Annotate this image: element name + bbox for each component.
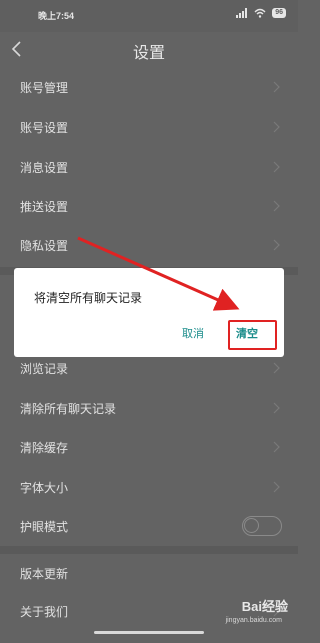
settings-row-font-size[interactable]: 字体大小 xyxy=(0,468,298,506)
row-label: 字体大小 xyxy=(20,481,69,495)
battery-icon: 96 xyxy=(272,8,286,18)
chevron-right-icon xyxy=(273,81,280,93)
settings-row-eye-care: 护眼模式 xyxy=(0,507,298,545)
settings-row-clear-chats[interactable]: 清除所有聊天记录 xyxy=(0,389,298,427)
baidu-jingyan-watermark: Bai经验 xyxy=(241,599,288,614)
row-label: 消息设置 xyxy=(20,161,69,175)
chevron-right-icon xyxy=(273,200,280,212)
row-label: 隐私设置 xyxy=(20,239,69,253)
settings-row-version-update[interactable]: 版本更新 xyxy=(0,554,298,592)
row-label: 清除所有聊天记录 xyxy=(20,402,117,416)
settings-row-clear-cache[interactable]: 清除缓存 xyxy=(0,428,298,466)
chevron-right-icon xyxy=(273,402,280,414)
annotation-highlight-box xyxy=(228,320,277,350)
page-title: 设置 xyxy=(132,43,165,62)
settings-row-push[interactable]: 推送设置 xyxy=(0,187,298,225)
settings-row-account-settings[interactable]: 账号设置 xyxy=(0,108,298,146)
wifi-icon xyxy=(254,8,266,18)
watermark-url: jingyan.baidu.com xyxy=(225,617,282,624)
section-divider xyxy=(0,546,298,554)
row-label: 推送设置 xyxy=(20,200,69,214)
row-label: 关于我们 xyxy=(20,605,69,619)
row-label: 账号管理 xyxy=(20,81,69,95)
settings-row-account-manage[interactable]: 账号管理 xyxy=(0,68,298,106)
settings-row-message[interactable]: 消息设置 xyxy=(0,148,298,186)
status-bar: 晚上7:54 96 xyxy=(0,0,298,32)
settings-row-privacy[interactable]: 隐私设置 xyxy=(0,226,298,264)
chevron-right-icon xyxy=(273,239,280,251)
chevron-right-icon xyxy=(273,481,280,493)
row-label: 护眼模式 xyxy=(20,520,69,534)
cancel-button[interactable]: 取消 xyxy=(182,325,204,341)
chevron-right-icon xyxy=(273,362,280,374)
row-label: 账号设置 xyxy=(20,121,69,135)
row-label: 版本更新 xyxy=(20,567,69,581)
status-time: 晚上7:54 xyxy=(38,11,75,21)
row-label: 清除缓存 xyxy=(20,441,69,455)
signal-icon xyxy=(236,8,248,18)
header: 设置 xyxy=(0,32,298,66)
chevron-right-icon xyxy=(273,121,280,133)
home-indicator xyxy=(94,631,204,634)
dialog-message: 将清空所有聊天记录 xyxy=(34,291,143,305)
eye-care-toggle[interactable] xyxy=(242,516,282,536)
toggle-knob xyxy=(244,518,259,533)
row-label: 浏览记录 xyxy=(20,362,69,376)
chevron-right-icon xyxy=(273,441,280,453)
chevron-right-icon xyxy=(273,161,280,173)
status-icons: 96 xyxy=(236,8,286,18)
